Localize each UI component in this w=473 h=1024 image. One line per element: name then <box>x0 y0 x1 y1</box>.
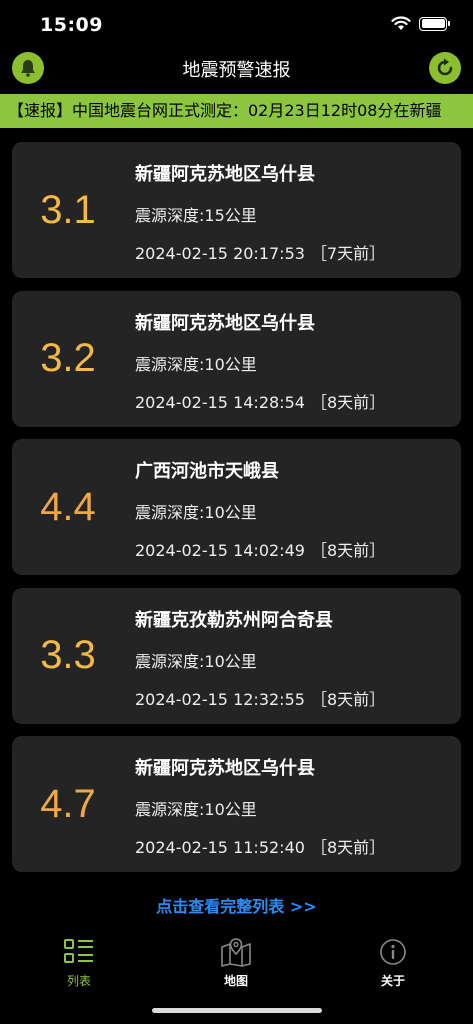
location: 新疆克孜勒苏州阿合奇县 <box>135 609 333 631</box>
location: 新疆阿克苏地区乌什县 <box>135 758 315 779</box>
battery-icon <box>419 16 450 31</box>
status-icons <box>391 16 450 31</box>
depth: 震源深度:10公里 <box>135 354 257 374</box>
refresh-icon <box>437 58 453 76</box>
list-icon <box>64 939 93 963</box>
tab-map[interactable]: 地图 <box>186 936 286 989</box>
tab-label: 关于 <box>380 974 405 988</box>
status-bar: 15:09 <box>0 0 473 50</box>
time-ago: ［8天前］ <box>310 541 386 560</box>
quake-time: 2024-02-15 12:32:55 ［8天前］ <box>135 686 385 710</box>
ticker-text: 【速报】中国地震台网正式测定：02月23日12时08分在新疆 <box>8 101 442 120</box>
view-full-list-link[interactable]: 点击查看完整列表 >> <box>0 893 473 917</box>
tab-about[interactable]: 关于 <box>343 936 443 989</box>
timestamp: 2024-02-15 12:32:55 <box>135 689 305 709</box>
time-ago: ［7天前］ <box>310 244 386 263</box>
tab-label: 列表 <box>66 974 91 988</box>
quake-time: 2024-02-15 20:17:53 ［7天前］ <box>135 240 385 264</box>
news-ticker[interactable]: 【速报】中国地震台网正式测定：02月23日12时08分在新疆 <box>0 94 473 128</box>
quake-time: 2024-02-15 14:28:54 ［8天前］ <box>135 389 385 413</box>
map-icon <box>221 938 251 967</box>
earthquake-card[interactable]: 3.3 新疆克孜勒苏州阿合奇县 震源深度:10公里 2024-02-15 12:… <box>12 587 461 724</box>
wifi-icon <box>391 16 411 30</box>
status-time: 15:09 <box>40 14 103 36</box>
nav-bar: 地震预警速报 <box>0 50 473 90</box>
tab-label: 地图 <box>223 974 248 988</box>
quake-time: 2024-02-15 14:02:49 ［8天前］ <box>135 537 385 561</box>
time-ago: ［8天前］ <box>310 838 386 857</box>
earthquake-card[interactable]: 3.2 新疆阿克苏地区乌什县 震源深度:10公里 2024-02-15 14:2… <box>12 290 461 427</box>
timestamp: 2024-02-15 11:52:40 <box>135 838 305 857</box>
tab-list[interactable]: 列表 <box>29 936 129 989</box>
page-title: 地震预警速报 <box>182 60 291 81</box>
time-ago: ［8天前］ <box>310 689 386 709</box>
refresh-button[interactable] <box>429 52 461 84</box>
magnitude: 3.2 <box>40 336 96 380</box>
magnitude: 3.3 <box>40 633 96 677</box>
location: 广西河池市天峨县 <box>135 461 279 482</box>
quake-time: 2024-02-15 11:52:40 ［8天前］ <box>135 834 385 858</box>
magnitude: 3.1 <box>40 187 96 232</box>
depth: 震源深度:10公里 <box>135 651 257 671</box>
location: 新疆阿克苏地区乌什县 <box>135 312 315 334</box>
earthquake-list: 3.1 新疆阿克苏地区乌什县 震源深度:15公里 2024-02-15 20:1… <box>12 142 461 885</box>
magnitude: 4.7 <box>40 781 96 826</box>
earthquake-card[interactable]: 4.4 广西河池市天峨县 震源深度:10公里 2024-02-15 14:02:… <box>12 439 461 575</box>
depth: 震源深度:15公里 <box>135 206 257 225</box>
info-icon <box>380 939 406 965</box>
timestamp: 2024-02-15 20:17:53 <box>135 244 305 263</box>
earthquake-card[interactable]: 4.7 新疆阿克苏地区乌什县 震源深度:10公里 2024-02-15 11:5… <box>12 736 461 872</box>
timestamp: 2024-02-15 14:28:54 <box>135 392 305 412</box>
location: 新疆阿克苏地区乌什县 <box>135 164 315 185</box>
depth: 震源深度:10公里 <box>135 503 257 522</box>
earthquake-card[interactable]: 3.1 新疆阿克苏地区乌什县 震源深度:15公里 2024-02-15 20:1… <box>12 142 461 278</box>
home-indicator <box>152 1008 322 1013</box>
depth: 震源深度:10公里 <box>135 800 257 819</box>
magnitude: 4.4 <box>40 484 96 529</box>
time-ago: ［8天前］ <box>310 392 386 412</box>
timestamp: 2024-02-15 14:02:49 <box>135 541 305 560</box>
